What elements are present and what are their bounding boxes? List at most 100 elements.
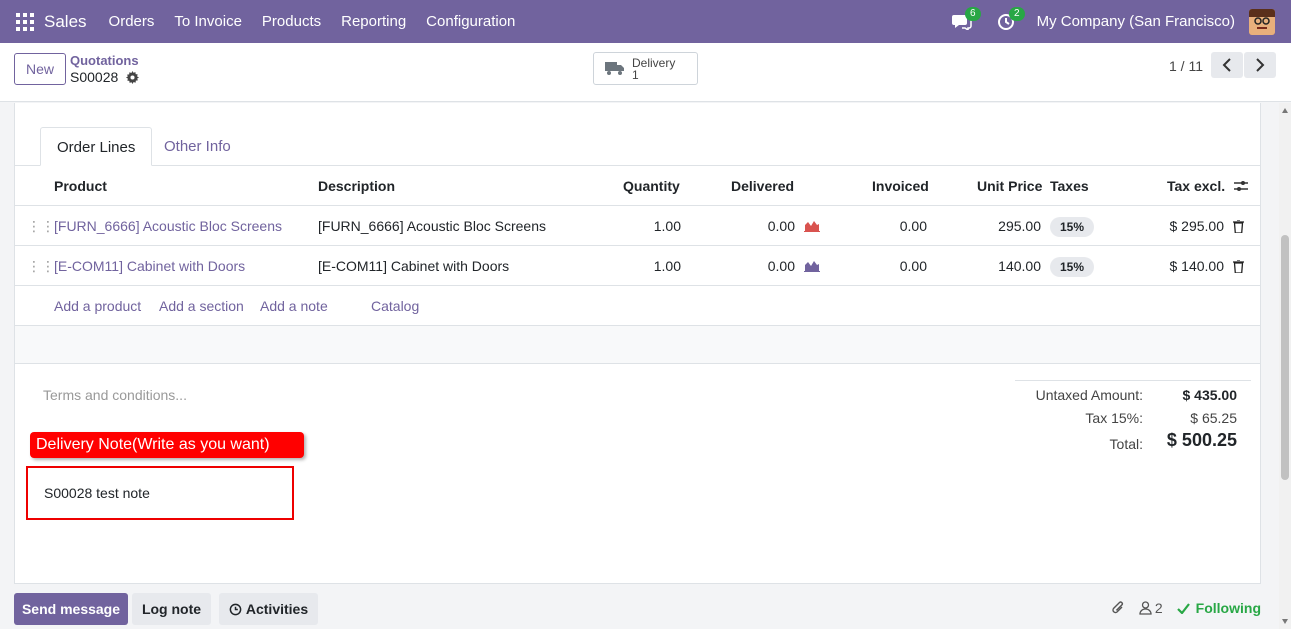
clock-icon	[229, 603, 242, 615]
delivery-smart-button[interactable]: Delivery 1	[593, 52, 698, 85]
record-name: S00028	[70, 69, 119, 85]
delivery-label: Delivery	[632, 55, 676, 70]
scroll-thumb[interactable]	[1281, 235, 1289, 480]
app-brand[interactable]: Sales	[44, 12, 87, 32]
row-invoiced[interactable]: 0.00	[865, 246, 927, 286]
table-row[interactable]: ⋮⋮ [FURN_6666] Acoustic Bloc Screens [FU…	[15, 206, 1260, 246]
chatter-bar: Send message Log note Activities 2 Follo…	[0, 588, 1291, 629]
delivery-note-field[interactable]: S00028 test note	[26, 466, 294, 520]
row-tax-badge[interactable]: 15%	[1050, 257, 1095, 277]
chevron-left-icon	[1222, 58, 1231, 72]
total-value: $ 500.25	[1166, 430, 1237, 450]
row-tax-excl: $ 140.00	[1169, 258, 1225, 274]
following-button[interactable]: Following	[1196, 600, 1261, 616]
forecast-chart-icon[interactable]	[804, 219, 820, 232]
pager-next-button[interactable]	[1244, 52, 1276, 78]
breadcrumb-quotations[interactable]: Quotations	[70, 53, 139, 68]
drag-handle-icon[interactable]: ⋮⋮	[27, 246, 55, 286]
menu-configuration[interactable]: Configuration	[426, 13, 515, 30]
chevron-right-icon	[1256, 58, 1265, 72]
truck-icon	[605, 62, 624, 75]
row-quantity[interactable]: 1.00	[615, 206, 681, 246]
tab-order-lines[interactable]: Order Lines	[40, 127, 153, 166]
row-delivered[interactable]: 0.00	[735, 206, 795, 246]
row-description[interactable]: [FURN_6666] Acoustic Bloc Screens	[318, 206, 546, 246]
tax-row: Tax 15%: $ 65.25	[1015, 404, 1251, 427]
form-sheet: Order Lines Other Info Product Descripti…	[14, 103, 1261, 584]
terms-conditions-input[interactable]: Terms and conditions...	[43, 387, 187, 403]
main-menu: Orders To Invoice Products Reporting Con…	[109, 13, 536, 30]
trash-icon[interactable]	[1233, 260, 1244, 273]
row-invoiced[interactable]: 0.00	[865, 206, 927, 246]
menu-orders[interactable]: Orders	[109, 13, 155, 30]
gear-icon[interactable]	[126, 70, 140, 84]
apps-menu-icon[interactable]	[16, 12, 34, 31]
messages-badge: 6	[965, 6, 981, 21]
table-footer	[15, 326, 1260, 364]
annotation-label: Delivery Note(Write as you want)	[30, 432, 304, 458]
total-label: Total:	[1109, 436, 1143, 452]
tab-other-info[interactable]: Other Info	[148, 127, 247, 166]
row-tax-badge[interactable]: 15%	[1050, 217, 1095, 237]
add-section-link[interactable]: Add a section	[159, 286, 244, 326]
notebook-tabs: Order Lines Other Info	[15, 127, 1260, 166]
pager-value[interactable]: 1 / 11	[1169, 58, 1203, 74]
activities-button[interactable]: Activities	[219, 593, 318, 625]
delivery-count: 1	[632, 67, 639, 82]
col-delivered[interactable]: Delivered	[731, 166, 794, 206]
delivery-note-text: S00028 test note	[44, 485, 150, 501]
row-description[interactable]: [E-COM11] Cabinet with Doors	[318, 246, 509, 286]
activities-button[interactable]: 2	[993, 6, 1025, 33]
row-unit-price[interactable]: 140.00	[975, 246, 1041, 286]
col-unit-price[interactable]: Unit Price	[977, 166, 1042, 206]
paperclip-icon[interactable]	[1111, 600, 1125, 616]
add-note-link[interactable]: Add a note	[260, 286, 328, 326]
row-product[interactable]: [E-COM11] Cabinet with Doors	[54, 246, 245, 286]
send-message-button[interactable]: Send message	[14, 593, 128, 625]
chatter-right: 2 Following	[1111, 600, 1261, 616]
col-quantity[interactable]: Quantity	[623, 166, 680, 206]
user-icon[interactable]	[1139, 601, 1152, 615]
col-product[interactable]: Product	[54, 166, 107, 206]
row-delivered[interactable]: 0.00	[735, 246, 795, 286]
pager-previous-button[interactable]	[1211, 52, 1243, 78]
control-panel: New Quotations S00028 Delivery 1 1 / 11	[0, 43, 1291, 102]
total-row: Total: $ 500.25	[1015, 427, 1251, 459]
row-product[interactable]: [FURN_6666] Acoustic Bloc Screens	[54, 206, 282, 246]
scroll-down-icon[interactable]	[1282, 619, 1288, 624]
col-tax-excl[interactable]: Tax excl.	[1167, 166, 1225, 206]
messages-button[interactable]: 6	[949, 6, 981, 33]
add-product-link[interactable]: Add a product	[54, 286, 141, 326]
catalog-link[interactable]: Catalog	[371, 286, 419, 326]
table-header: Product Description Quantity Delivered I…	[15, 166, 1260, 206]
trash-icon[interactable]	[1233, 220, 1244, 233]
tax-label: Tax 15%:	[1085, 410, 1143, 426]
record-title: S00028	[70, 69, 140, 85]
scroll-up-icon[interactable]	[1282, 108, 1288, 113]
new-button[interactable]: New	[14, 53, 66, 85]
log-note-button[interactable]: Log note	[132, 593, 211, 625]
untaxed-value: $ 435.00	[1182, 387, 1238, 403]
drag-handle-icon[interactable]: ⋮⋮	[27, 206, 55, 246]
activities-label: Activities	[245, 601, 309, 617]
column-settings-icon[interactable]	[1234, 179, 1248, 193]
user-avatar[interactable]	[1249, 8, 1275, 35]
row-quantity[interactable]: 1.00	[615, 246, 681, 286]
table-row[interactable]: ⋮⋮ [E-COM11] Cabinet with Doors [E-COM11…	[15, 246, 1260, 286]
followers-count[interactable]: 2	[1155, 600, 1163, 616]
check-icon	[1176, 602, 1190, 614]
menu-reporting[interactable]: Reporting	[341, 13, 406, 30]
page-scrollbar[interactable]	[1279, 103, 1291, 629]
col-invoiced[interactable]: Invoiced	[872, 166, 929, 206]
navbar-systray: 6 2 My Company (San Francisco)	[949, 0, 1291, 43]
menu-products[interactable]: Products	[262, 13, 321, 30]
menu-to-invoice[interactable]: To Invoice	[174, 13, 242, 30]
tax-value: $ 65.25	[1190, 410, 1237, 426]
activities-badge: 2	[1009, 6, 1025, 21]
col-description[interactable]: Description	[318, 166, 395, 206]
row-tax-excl: $ 295.00	[1169, 218, 1225, 234]
col-taxes[interactable]: Taxes	[1050, 166, 1089, 206]
company-switcher[interactable]: My Company (San Francisco)	[1037, 13, 1235, 30]
forecast-chart-icon[interactable]	[804, 259, 820, 272]
row-unit-price[interactable]: 295.00	[975, 206, 1041, 246]
